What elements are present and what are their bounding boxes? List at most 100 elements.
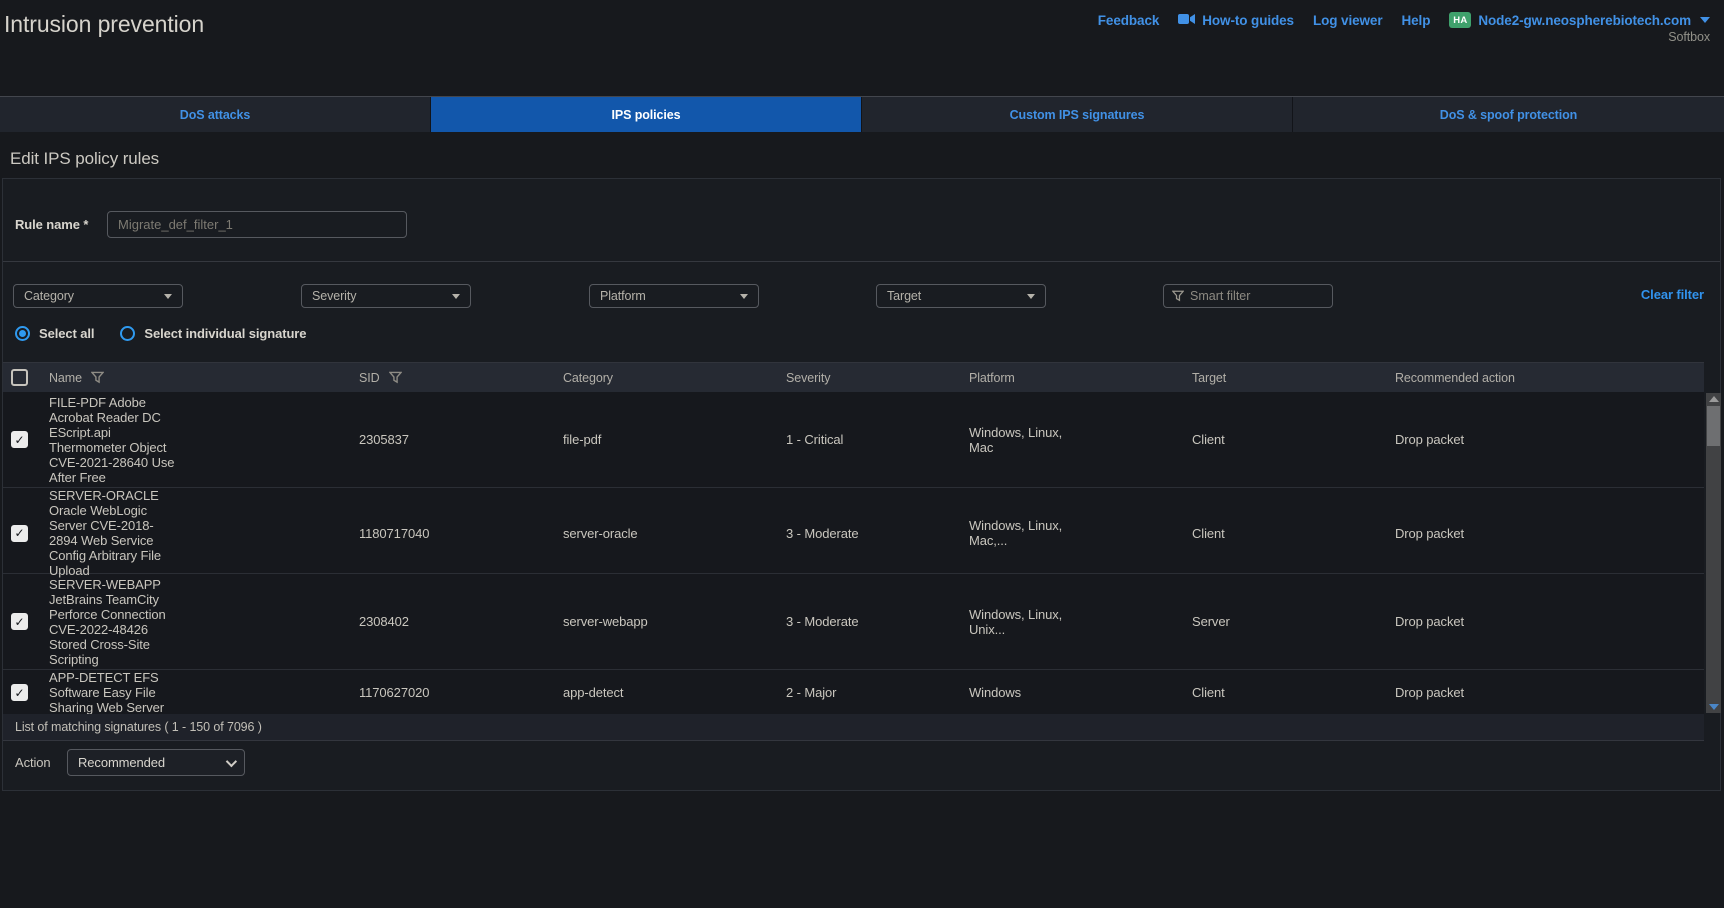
tab-ips-policies[interactable]: IPS policies	[431, 97, 862, 132]
column-target: Target	[1192, 371, 1226, 385]
signature-sid: 2308402	[359, 614, 563, 629]
appliance-menu[interactable]: HA Node2-gw.neospherebiotech.com	[1449, 12, 1710, 28]
signature-recommended-action: Drop packet	[1395, 526, 1704, 541]
tab-bar: DoS attacks IPS policies Custom IPS sign…	[0, 96, 1724, 132]
top-nav: Feedback How-to guides Log viewer Help H…	[1098, 12, 1710, 28]
table-row[interactable]: ✓ APP-DETECT EFS Software Easy File Shar…	[3, 670, 1704, 714]
signature-target: Client	[1192, 526, 1395, 541]
log-viewer-link[interactable]: Log viewer	[1313, 13, 1383, 28]
signature-severity: 3 - Moderate	[786, 614, 969, 629]
name-filter-funnel-icon[interactable]	[91, 371, 104, 384]
table-scrollbar[interactable]	[1706, 393, 1721, 713]
severity-filter-dropdown[interactable]: Severity	[301, 284, 471, 308]
column-severity: Severity	[786, 371, 830, 385]
feedback-link-label: Feedback	[1098, 13, 1159, 28]
signature-severity: 2 - Major	[786, 685, 969, 700]
signature-table-body: ✓ FILE-PDF Adobe Acrobat Reader DC EScri…	[3, 392, 1704, 714]
tab-dos-spoof-protection[interactable]: DoS & spoof protection	[1293, 97, 1724, 132]
video-camera-icon	[1178, 13, 1195, 28]
signature-category: server-webapp	[563, 614, 786, 629]
rule-name-row: Rule name *	[15, 209, 407, 239]
scrollbar-thumb[interactable]	[1707, 406, 1720, 446]
howto-guides-label: How-to guides	[1202, 13, 1294, 28]
signature-severity: 1 - Critical	[786, 432, 969, 447]
tab-dos-attacks[interactable]: DoS attacks	[0, 97, 431, 132]
signature-recommended-action: Drop packet	[1395, 685, 1704, 700]
ha-badge: HA	[1449, 12, 1471, 28]
signature-name: SERVER-ORACLE Oracle WebLogic Server CVE…	[41, 488, 181, 578]
table-summary-bar: List of matching signatures ( 1 - 150 of…	[3, 714, 1704, 741]
signature-platform: Windows, Linux, Mac	[969, 425, 1067, 455]
category-filter-label: Category	[24, 289, 74, 303]
chevron-down-icon	[1027, 294, 1035, 299]
select-all-label: Select all	[39, 326, 94, 341]
selection-mode-row: Select all Select individual signature	[15, 326, 306, 341]
select-all-checkbox[interactable]	[11, 369, 28, 386]
signature-platform: Windows, Linux, Unix...	[969, 607, 1067, 637]
column-platform: Platform	[969, 371, 1015, 385]
signature-severity: 3 - Moderate	[786, 526, 969, 541]
signature-recommended-action: Drop packet	[1395, 432, 1704, 447]
signature-platform: Windows, Linux, Mac,...	[969, 518, 1067, 548]
platform-filter-label: Platform	[600, 289, 646, 303]
appliance-hostname: Node2-gw.neospherebiotech.com	[1478, 13, 1691, 28]
signature-name: SERVER-WEBAPP JetBrains TeamCity Perforc…	[41, 577, 181, 667]
target-filter-dropdown[interactable]: Target	[876, 284, 1046, 308]
scroll-down-icon[interactable]	[1709, 704, 1719, 710]
clear-filter-link[interactable]: Clear filter	[1641, 287, 1704, 302]
feedback-link[interactable]: Feedback	[1098, 13, 1159, 28]
column-name: Name	[49, 371, 82, 385]
sid-filter-funnel-icon[interactable]	[389, 371, 402, 384]
log-viewer-label: Log viewer	[1313, 13, 1383, 28]
chevron-down-icon	[164, 294, 172, 299]
signature-category: file-pdf	[563, 432, 786, 447]
radio-unselected-icon	[120, 326, 135, 341]
signature-recommended-action: Drop packet	[1395, 614, 1704, 629]
filter-funnel-icon	[1172, 290, 1184, 302]
column-category: Category	[563, 371, 613, 385]
signature-category: server-oracle	[563, 526, 786, 541]
signature-name: FILE-PDF Adobe Acrobat Reader DC EScript…	[41, 395, 181, 485]
section-title: Edit IPS policy rules	[10, 149, 159, 169]
row-checkbox[interactable]: ✓	[11, 613, 28, 630]
action-select-value: Recommended	[78, 755, 165, 770]
signature-category: app-detect	[563, 685, 786, 700]
smart-filter-input[interactable]	[1190, 289, 1324, 303]
target-filter-label: Target	[887, 289, 921, 303]
rule-name-input[interactable]	[107, 211, 407, 238]
row-checkbox[interactable]: ✓	[11, 525, 28, 542]
chevron-down-icon	[1700, 17, 1710, 23]
scroll-up-icon[interactable]	[1709, 396, 1719, 402]
action-select[interactable]: Recommended	[67, 749, 245, 776]
top-bar: Intrusion prevention Feedback How-to gui…	[0, 0, 1724, 96]
table-row[interactable]: ✓ FILE-PDF Adobe Acrobat Reader DC EScri…	[3, 392, 1704, 488]
signature-platform: Windows	[969, 685, 1067, 700]
column-recommended-action: Recommended action	[1395, 371, 1515, 385]
signature-target: Client	[1192, 432, 1395, 447]
table-row[interactable]: ✓ SERVER-WEBAPP JetBrains TeamCity Perfo…	[3, 574, 1704, 670]
table-row[interactable]: ✓ SERVER-ORACLE Oracle WebLogic Server C…	[3, 488, 1704, 574]
help-label: Help	[1402, 13, 1431, 28]
howto-guides-link[interactable]: How-to guides	[1178, 13, 1294, 28]
row-checkbox[interactable]: ✓	[11, 431, 28, 448]
column-sid: SID	[359, 371, 380, 385]
signature-sid: 2305837	[359, 432, 563, 447]
severity-filter-label: Severity	[312, 289, 356, 303]
select-individual-signature-option[interactable]: Select individual signature	[120, 326, 306, 341]
radio-selected-icon	[15, 326, 30, 341]
signature-sid: 1170627020	[359, 685, 563, 700]
signature-target: Server	[1192, 614, 1395, 629]
category-filter-dropdown[interactable]: Category	[13, 284, 183, 308]
tab-custom-ips-signatures[interactable]: Custom IPS signatures	[862, 97, 1293, 132]
divider	[3, 261, 1720, 262]
help-link[interactable]: Help	[1402, 13, 1431, 28]
platform-filter-dropdown[interactable]: Platform	[589, 284, 759, 308]
page-title: Intrusion prevention	[4, 11, 204, 38]
table-header: Name SID Category Severity Platform Targ…	[3, 362, 1704, 392]
signature-sid: 1180717040	[359, 526, 563, 541]
row-checkbox[interactable]: ✓	[11, 684, 28, 701]
rule-name-label: Rule name *	[15, 217, 95, 232]
matching-signatures-count: List of matching signatures ( 1 - 150 of…	[15, 720, 262, 734]
filter-row: Category Severity Platform Target Clear …	[3, 284, 1720, 310]
select-all-option[interactable]: Select all	[15, 326, 94, 341]
